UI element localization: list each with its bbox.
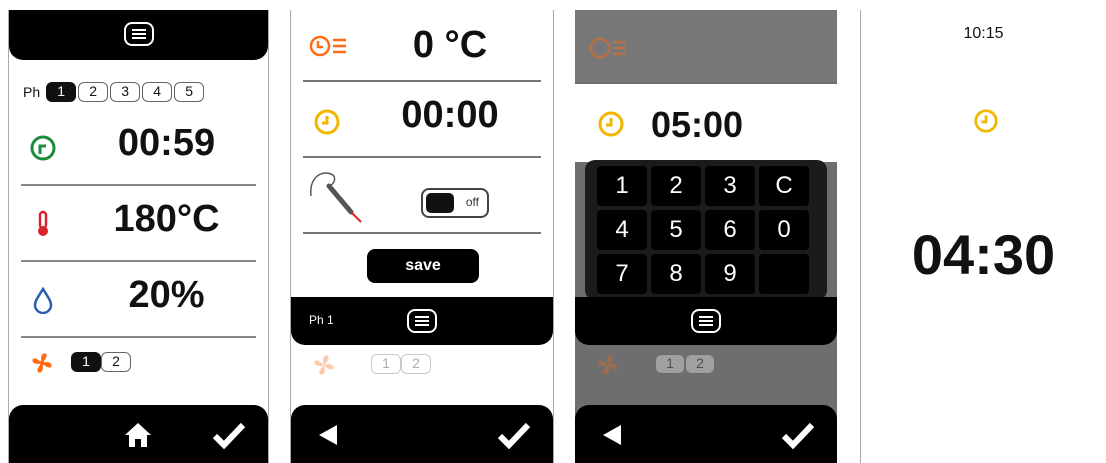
toggle-knob bbox=[426, 193, 454, 213]
fan-level-2-button: 2 bbox=[401, 354, 431, 374]
core-probe-toggle[interactable]: off bbox=[421, 188, 489, 218]
bottom-bar bbox=[575, 405, 837, 463]
numeric-keypad: 1 2 3 C 4 5 6 0 7 8 9 bbox=[585, 160, 827, 300]
fan-row-dimmed: 1 2 bbox=[595, 350, 795, 380]
preheat-icon bbox=[589, 37, 626, 59]
key-9[interactable]: 9 bbox=[705, 254, 755, 294]
screen-phase-overview: Ph 1 2 3 4 5 00:59 180°C 20% 1 2 bbox=[8, 10, 269, 463]
key-5[interactable]: 5 bbox=[651, 210, 701, 250]
fan-level-1-button[interactable]: 1 bbox=[71, 352, 101, 372]
fan-icon bbox=[598, 355, 618, 375]
phase-5-button[interactable]: 5 bbox=[174, 82, 205, 102]
temperature-row[interactable]: 180°C bbox=[21, 186, 256, 262]
menu-button[interactable] bbox=[123, 22, 154, 46]
fan-icon bbox=[314, 355, 334, 375]
menu-button[interactable] bbox=[407, 309, 437, 333]
bottom-bar bbox=[291, 405, 553, 463]
fan-row-dimmed: 1 2 bbox=[311, 350, 511, 380]
key-7[interactable]: 7 bbox=[597, 254, 647, 294]
confirm-check-icon[interactable] bbox=[497, 421, 531, 449]
key-1[interactable]: 1 bbox=[597, 166, 647, 206]
temperature-value: 180°C bbox=[113, 198, 220, 240]
confirm-check-icon[interactable] bbox=[781, 421, 815, 449]
thermometer-icon bbox=[38, 210, 48, 236]
phase-2-button[interactable]: 2 bbox=[78, 82, 109, 102]
core-probe-row: off bbox=[303, 158, 541, 234]
key-blank bbox=[759, 254, 809, 294]
screen-countdown: 10:15 04:30 bbox=[860, 10, 1106, 463]
home-icon[interactable] bbox=[123, 421, 153, 449]
time-setting-row[interactable]: 00:00 bbox=[303, 82, 541, 158]
back-arrow-icon[interactable] bbox=[601, 423, 623, 447]
toggle-label: off bbox=[465, 195, 479, 209]
fan-level-2-button[interactable]: 2 bbox=[101, 352, 131, 372]
key-0[interactable]: 0 bbox=[759, 210, 809, 250]
menu-bar bbox=[575, 297, 837, 345]
key-8[interactable]: 8 bbox=[651, 254, 701, 294]
preheat-icon bbox=[309, 35, 346, 57]
top-bar bbox=[9, 10, 268, 60]
fan-icon bbox=[32, 353, 52, 373]
menu-button[interactable] bbox=[691, 309, 721, 333]
confirm-check-icon[interactable] bbox=[212, 421, 246, 449]
time-input-value: 05:00 bbox=[651, 104, 744, 145]
phase-indicator: Ph 1 bbox=[309, 313, 334, 327]
phase-bar: Ph 1 bbox=[291, 297, 553, 345]
bottom-bar bbox=[9, 405, 268, 463]
phase-4-button[interactable]: 4 bbox=[142, 82, 173, 102]
key-3[interactable]: 3 bbox=[705, 166, 755, 206]
temperature-setting-row[interactable]: 0 °C bbox=[303, 12, 541, 82]
temperature-setting-value: 0 °C bbox=[412, 24, 488, 66]
key-4[interactable]: 4 bbox=[597, 210, 647, 250]
humidity-value: 20% bbox=[128, 274, 205, 316]
phase-3-button[interactable]: 3 bbox=[110, 82, 141, 102]
key-clear[interactable]: C bbox=[759, 166, 809, 206]
fan-level-1-button: 1 bbox=[371, 354, 401, 374]
save-button[interactable]: save bbox=[367, 249, 479, 283]
fan-level-1-button: 1 bbox=[655, 354, 685, 374]
fan-level-2-button: 2 bbox=[685, 354, 715, 374]
fan-row: 1 2 bbox=[29, 348, 229, 378]
dimmed-header bbox=[575, 10, 837, 82]
key-2[interactable]: 2 bbox=[651, 166, 701, 206]
clock-icon bbox=[598, 111, 624, 137]
water-drop-icon bbox=[33, 286, 53, 314]
phase-label: Ph bbox=[23, 84, 41, 100]
time-input-box[interactable]: 05:00 bbox=[575, 84, 837, 162]
time-value: 00:59 bbox=[117, 122, 216, 164]
current-time: 10:15 bbox=[963, 25, 1004, 42]
clock-icon bbox=[974, 109, 998, 133]
screen-time-keypad: 05:00 1 2 3 C 4 5 6 0 7 8 9 1 2 bbox=[575, 10, 837, 463]
phase-1-button[interactable]: 1 bbox=[46, 82, 77, 102]
timer-icon bbox=[30, 135, 56, 161]
time-setting-value: 00:00 bbox=[401, 94, 499, 136]
phase-selector: Ph 1 2 3 4 5 bbox=[23, 81, 205, 103]
key-6[interactable]: 6 bbox=[705, 210, 755, 250]
screen-phase-settings: 0 °C 00:00 off save Ph 1 1 2 bbox=[290, 10, 554, 463]
clock-icon bbox=[314, 109, 340, 135]
back-arrow-icon[interactable] bbox=[317, 423, 339, 447]
remaining-time: 04:30 bbox=[911, 223, 1056, 286]
core-probe-icon bbox=[310, 172, 362, 223]
time-row[interactable]: 00:59 bbox=[21, 110, 256, 186]
humidity-row[interactable]: 20% bbox=[21, 262, 256, 338]
